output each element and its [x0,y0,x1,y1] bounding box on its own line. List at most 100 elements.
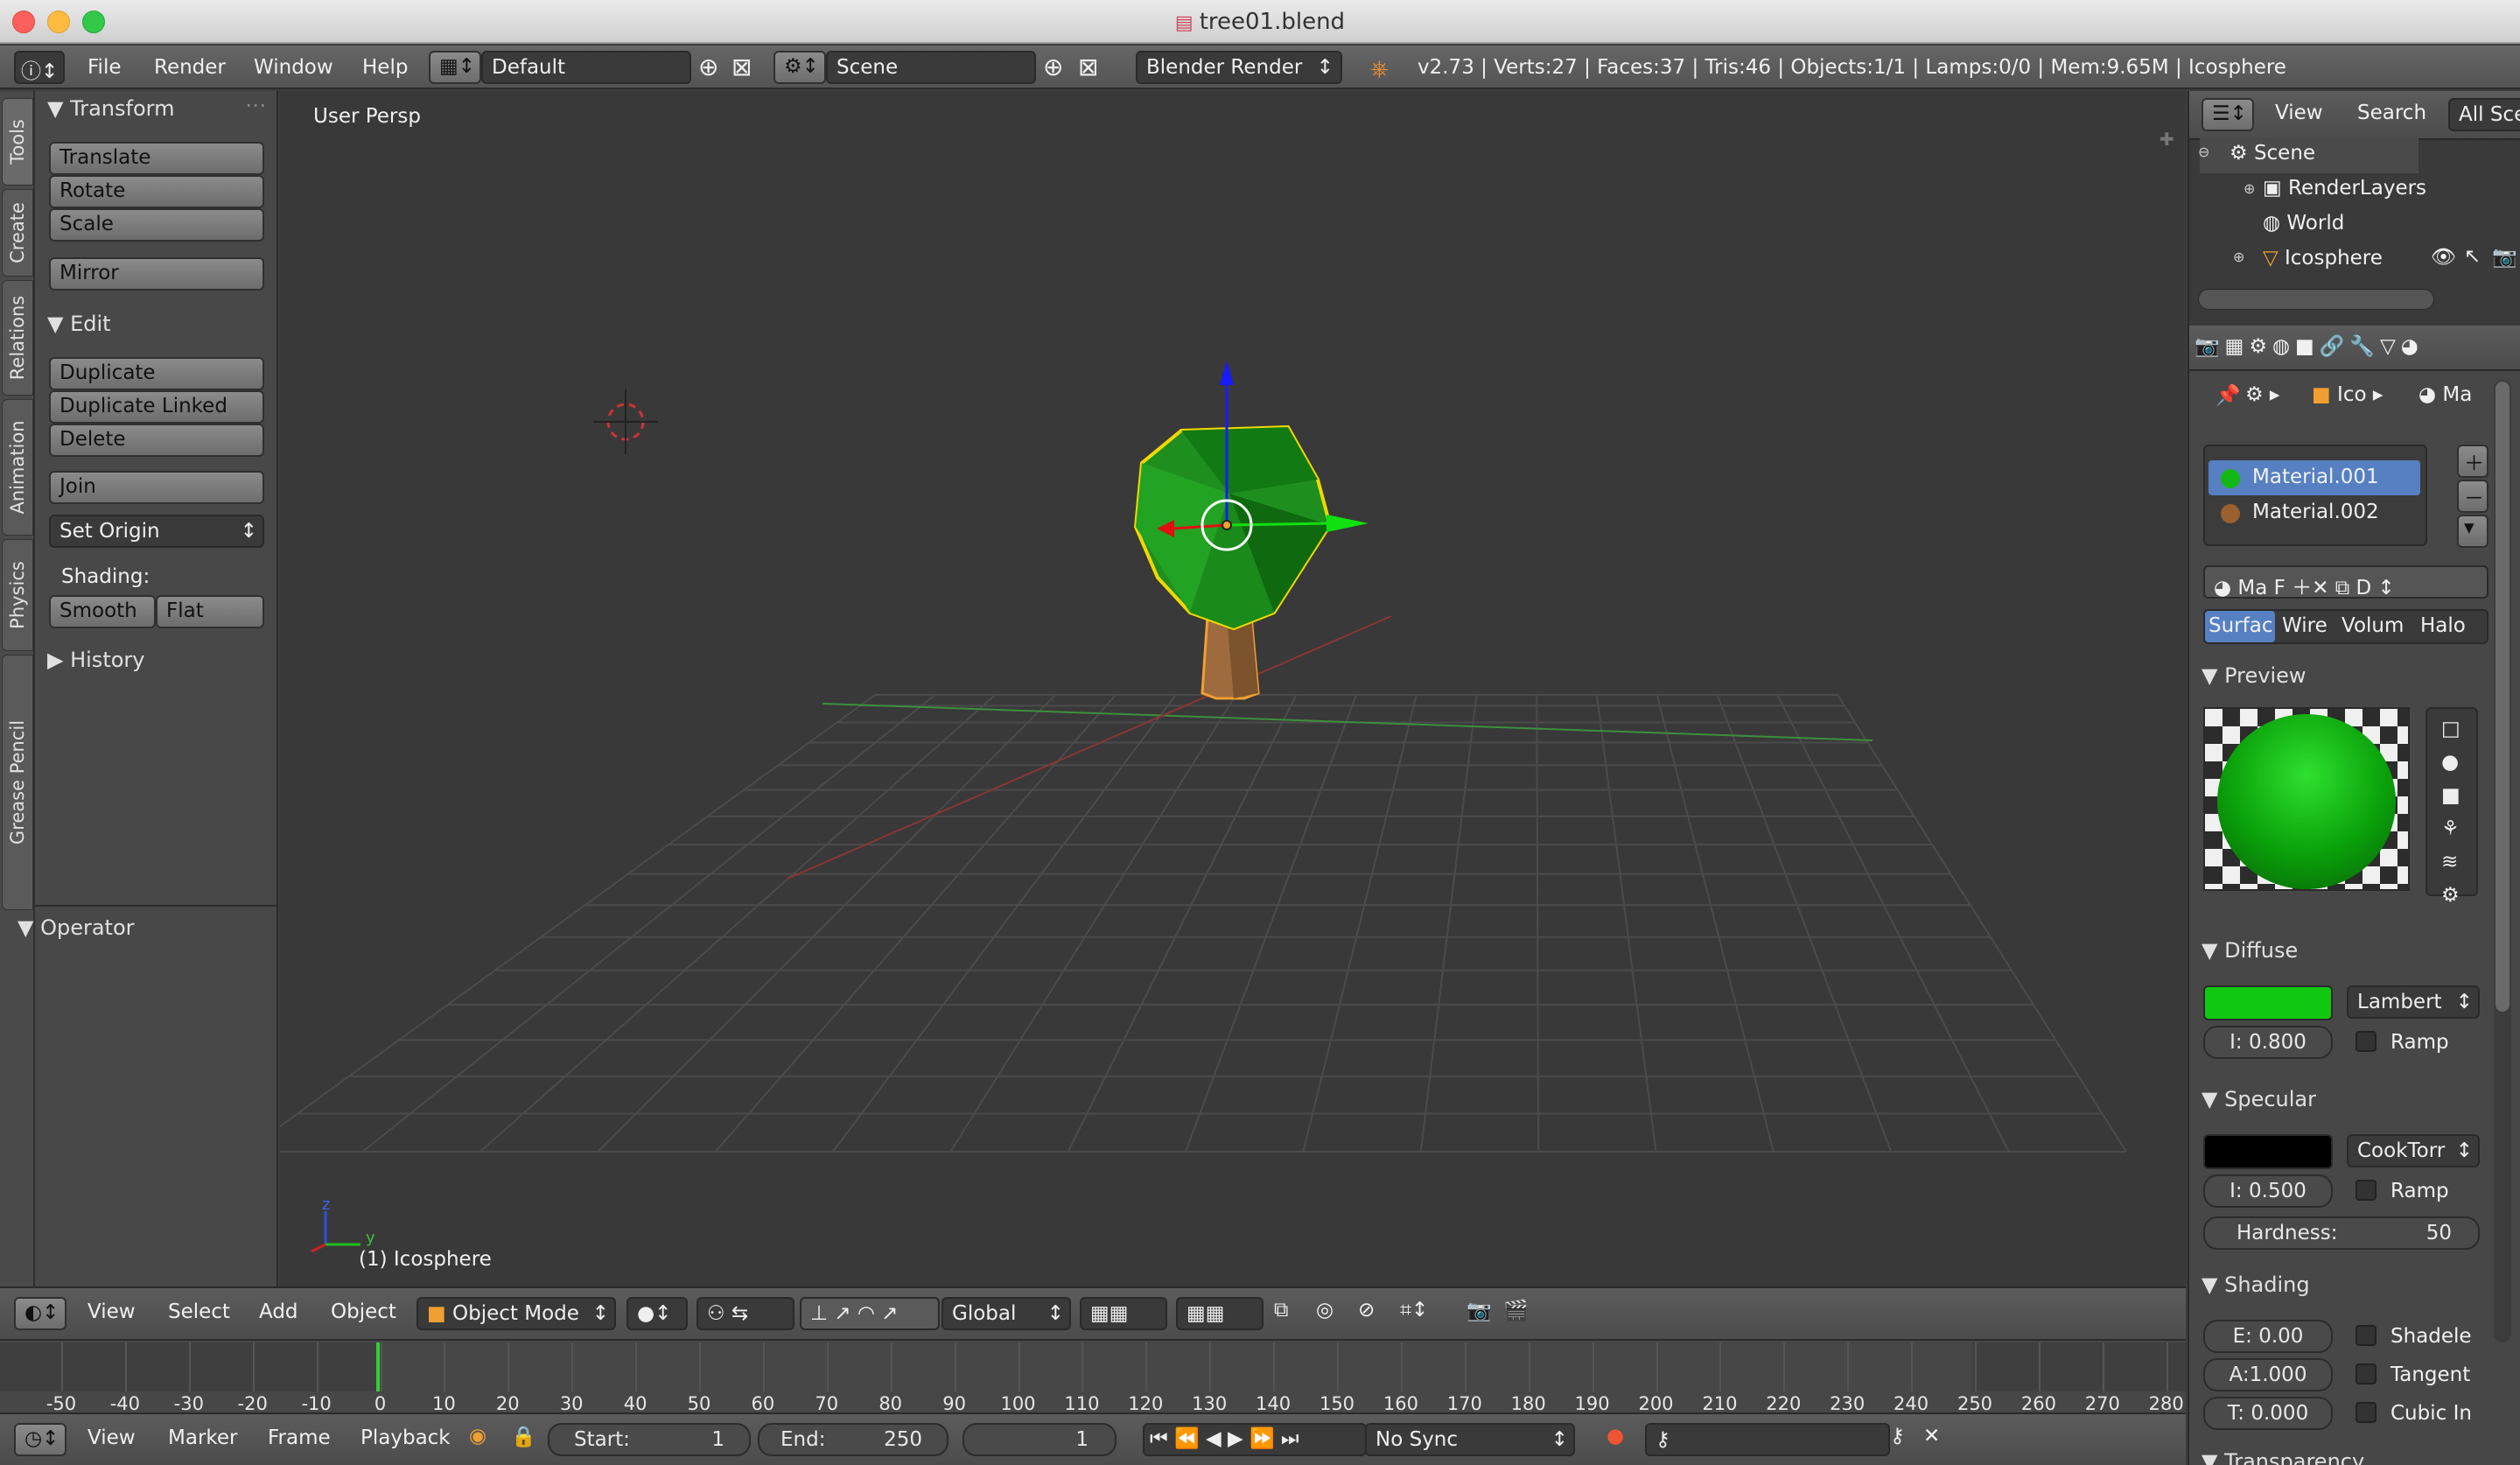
animation-render-icon[interactable]: 🎬 [1503,1299,1529,1322]
outliner-menu-search[interactable]: Search [2357,102,2426,124]
outliner-item-renderlayers[interactable]: ▣ RenderLayers [2263,177,2426,200]
collapse-icon[interactable]: ⊖ [2198,144,2209,160]
viewport-canvas[interactable]: ✚ [280,91,2186,1286]
menu-marker[interactable]: Marker [168,1426,238,1449]
cubic-interpolation-checkbox[interactable] [2356,1402,2376,1423]
transparency-panel-header[interactable]: ▼ Transparency [2202,1449,2364,1465]
menu-view[interactable]: View [88,1426,136,1449]
emit-field[interactable]: E: 0.00 [2203,1320,2333,1353]
mode-select[interactable]: ■ Object Mode ↕ [416,1297,616,1330]
tab-create[interactable]: Create [2,189,33,277]
operator-panel-header[interactable]: ▼ Operator [18,915,135,940]
3d-cursor-icon[interactable] [593,389,658,454]
expand-icon[interactable]: ⊕ [2233,249,2244,265]
lock-layers-icon[interactable]: ⧉ [1274,1299,1288,1321]
menu-window[interactable]: Window [254,56,333,79]
tab-physics[interactable]: Physics [2,539,33,651]
visibility-eye-icon[interactable]: 👁 [2431,245,2456,269]
viewport-shading-select[interactable]: ●↕ [626,1297,688,1330]
menu-frame[interactable]: Frame [268,1426,331,1449]
context-tab-icons[interactable]: 📷▦⚙◍■🔗🔧▽◕ [2194,334,2424,358]
edit-panel-header[interactable]: ▼ Edit [47,312,111,336]
add-scene-icon[interactable]: ⊕ [1043,53,1063,81]
snap-target-icon[interactable]: ⌗↕ [1400,1299,1428,1321]
menu-select[interactable]: Select [168,1300,230,1323]
join-button[interactable]: Join [49,471,264,504]
drag-handle-icon[interactable]: ⋯ [245,93,266,117]
tab-grease-pencil[interactable]: Grease Pencil [2,655,33,910]
diffuse-color-swatch[interactable] [2203,985,2333,1020]
diffuse-panel-header[interactable]: ▼ Diffuse [2202,938,2298,963]
mirror-button[interactable]: Mirror [49,257,264,291]
scene-icon-button[interactable]: ⚙↕ [774,51,826,84]
remove-scene-icon[interactable]: ⊠ [1078,53,1098,81]
outliner-menu-view[interactable]: View [2275,102,2323,124]
specular-color-swatch[interactable] [2203,1134,2333,1169]
menu-help[interactable]: Help [362,56,408,79]
tab-halo[interactable]: Halo [2420,614,2466,637]
manipulator-toggles[interactable]: ⊥ ↗ ◠ ↗ [800,1297,940,1330]
tab-wire[interactable]: Wire [2282,614,2328,637]
specular-panel-header[interactable]: ▼ Specular [2202,1087,2316,1111]
timeline-editor-type-button[interactable]: ◷↕ [14,1423,66,1456]
render-engine-select[interactable]: Blender Render ↕ [1136,51,1342,84]
translate-button[interactable]: Translate [49,142,264,175]
3d-viewport[interactable]: ✚ User Persp z y (1) Icosphere [280,91,2186,1286]
menu-file[interactable]: File [88,56,122,79]
outliner-editor-type-button[interactable]: ☰↕ [2202,98,2254,131]
pivot-manipulator-buttons[interactable]: ⚇ ⇆ [696,1297,794,1330]
sync-select[interactable]: No Sync ↕ [1365,1423,1575,1456]
preview-panel-header[interactable]: ▼ Preview [2202,663,2306,688]
current-frame-field[interactable]: 1 [962,1423,1116,1456]
ambient-field[interactable]: A:1.000 [2203,1358,2333,1391]
outliner-item-scene[interactable]: ⚙ Scene [2230,142,2315,165]
tangent-checkbox[interactable] [2356,1363,2376,1384]
flat-button[interactable]: Flat [156,595,264,628]
menu-render[interactable]: Render [154,56,226,79]
layout-name-field[interactable]: Default [481,51,691,84]
specular-shader-select[interactable]: CookTorr ↕ [2347,1134,2480,1167]
lock-icon[interactable]: 🔒 [511,1425,536,1448]
add-slot-button[interactable]: ＋ [2457,445,2488,478]
keying-set-field[interactable]: ⚷ [1645,1423,1890,1456]
orientation-select[interactable]: Global ↕ [942,1297,1071,1330]
shadeless-checkbox[interactable] [2356,1325,2376,1346]
expand-icon[interactable]: ⊕ [2244,180,2255,197]
start-frame-field[interactable]: Start: 1 [548,1423,751,1456]
transform-panel-header[interactable]: ▼ Transform [47,96,174,121]
shading-panel-header[interactable]: ▼ Shading [2202,1272,2310,1297]
history-panel-header[interactable]: ▶ History [47,648,144,672]
delete-keyframe-icon[interactable]: ✕ [1923,1425,1940,1447]
menu-playback[interactable]: Playback [360,1426,451,1449]
selectability-cursor-icon[interactable]: ↖ [2464,245,2481,268]
info-editor-type-button[interactable]: ⓘ↕ [14,51,65,84]
properties-scrollbar-thumb[interactable] [2496,382,2510,1012]
playback-controls[interactable]: ⏮ ⏪ ◀ ▶ ⏩ ⏭ [1143,1423,1367,1456]
set-origin-select[interactable]: Set Origin ↕ [49,515,264,548]
remove-layout-icon[interactable]: ⊠ [732,53,752,81]
editor-type-button[interactable]: ◐↕ [14,1297,66,1330]
diffuse-shader-select[interactable]: Lambert ↕ [2347,985,2480,1019]
pin-icon[interactable]: 📌 [2216,383,2241,407]
slot-menu-button[interactable]: ▾ [2457,515,2488,548]
scene-name-field[interactable]: Scene [826,51,1036,84]
snap-icon[interactable]: ⊘ [1358,1299,1375,1321]
translucency-field[interactable]: T: 0.000 [2203,1397,2333,1430]
timeline[interactable]: -50 -40 -30 -20 -10 0 10 20 30 40 50 60 70 80 90 100 110… [0,1339,2186,1414]
layout-icon-button[interactable]: ▦↕ [429,51,481,84]
tab-volume[interactable]: Volum [2342,614,2404,637]
playhead[interactable] [376,1342,380,1391]
menu-view[interactable]: View [88,1300,136,1323]
layer-buttons-1[interactable]: ▦▦ [1080,1297,1167,1330]
tab-tools[interactable]: Tools [2,98,33,186]
menu-add[interactable]: Add [259,1300,298,1323]
material-datablock[interactable]: ◕ Ma F ＋✕ ⧉ D ↕ [2203,565,2488,599]
menu-object[interactable]: Object [331,1300,396,1323]
delete-button[interactable]: Delete [49,424,264,457]
add-layout-icon[interactable]: ⊕ [698,53,718,81]
render-icon[interactable]: 📷 [1466,1299,1492,1322]
end-frame-field[interactable]: End: 250 [758,1423,948,1456]
viewport-split-icon[interactable]: ✚ [2160,129,2174,150]
diffuse-ramp-checkbox[interactable] [2356,1031,2376,1052]
scale-button[interactable]: Scale [49,208,264,242]
